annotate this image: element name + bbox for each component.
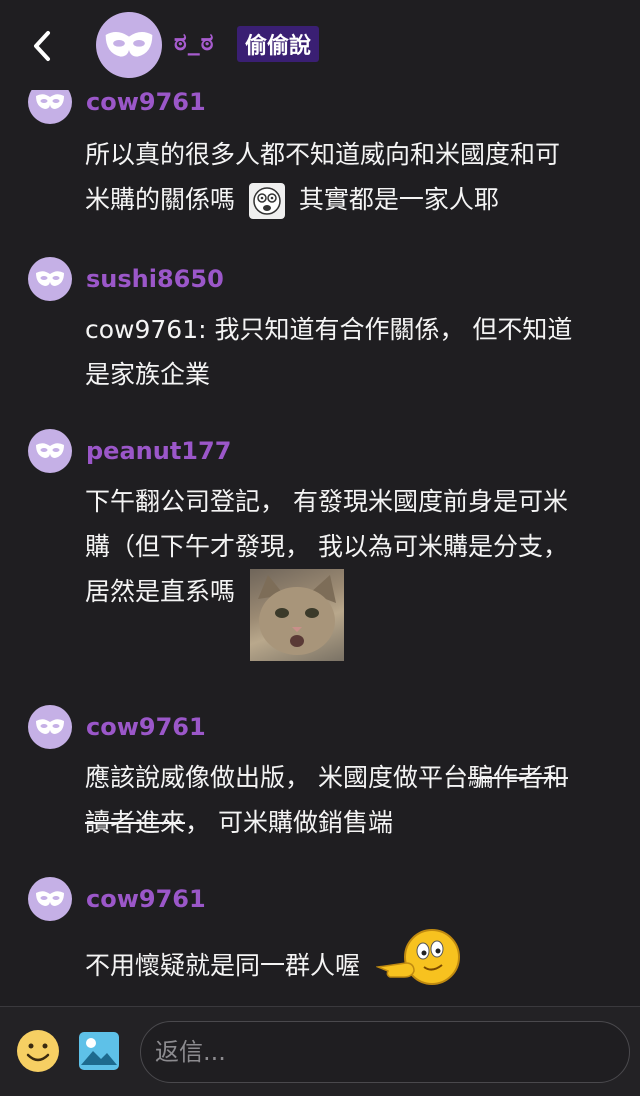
message-line: 所以真的很多人都不知道威向和米國度和可 — [85, 140, 561, 169]
strikethrough-text: 騙作者和 — [467, 763, 568, 792]
message-line: 讀者進來， 可米購做銷售端 — [85, 800, 595, 845]
pointing-emoji-icon — [375, 927, 462, 1005]
message-header: cow9761 — [28, 877, 206, 921]
message-line: 下午翻公司登記， 有發現米國度前身是可米 — [85, 487, 568, 516]
back-chevron-icon[interactable] — [26, 26, 58, 66]
message-fragment: 應該說威像做出版， 米國度做平台 — [85, 763, 468, 792]
reply-input[interactable] — [140, 1021, 630, 1083]
username[interactable]: cow9761 — [86, 713, 206, 741]
message-line: 購（但下午才發現， 我以為可米購是分支， — [85, 532, 568, 561]
message-text: 下午翻公司登記， 有發現米國度前身是可米 購（但下午才發現， 我以為可米購是分支… — [85, 479, 595, 661]
mask-avatar-icon[interactable] — [28, 705, 72, 749]
reply-bar — [0, 1006, 640, 1096]
message-fragment: ， 可米購做銷售端 — [185, 808, 393, 837]
message-fragment: 米購的關係嗎 — [85, 185, 236, 214]
message-line: 不用懷疑就是同一群人喔 — [85, 927, 595, 1005]
message-fragment: 不用懷疑就是同一群人喔 — [85, 951, 361, 980]
message-text: 所以真的很多人都不知道威向和米國度和可 米購的關係嗎 其實都是一家人耶 — [85, 132, 595, 222]
chat-title: ಠ_ಠ — [174, 28, 215, 56]
message-line: 是家族企業 — [85, 360, 211, 389]
badge: 偷偷說 — [237, 26, 320, 62]
message-text: cow9761: 我只知道有合作關係， 但不知道 是家族企業 — [85, 307, 595, 397]
message-header: sushi8650 — [28, 257, 224, 301]
message-list[interactable]: cow9761 所以真的很多人都不知道威向和米國度和可 米購的關係嗎 其實都是一… — [0, 0, 640, 1005]
mask-avatar-icon[interactable] — [28, 429, 72, 473]
emoji-icon[interactable] — [16, 1029, 60, 1073]
username[interactable]: cow9761 — [86, 88, 206, 116]
image-icon[interactable] — [78, 1031, 120, 1071]
username[interactable]: sushi8650 — [86, 265, 224, 293]
chat-header: ಠ_ಠ 偷偷說 — [0, 0, 640, 90]
mask-avatar-icon[interactable] — [28, 877, 72, 921]
message-text: 不用懷疑就是同一群人喔 — [85, 927, 595, 1005]
strikethrough-text: 讀者進來 — [85, 808, 186, 837]
message-header: peanut177 — [28, 429, 231, 473]
mask-avatar-icon[interactable] — [28, 257, 72, 301]
message-line: cow9761: 我只知道有合作關係， 但不知道 — [85, 315, 573, 344]
cat-sticker-image[interactable] — [250, 569, 344, 661]
shocked-face-icon — [248, 183, 285, 219]
message-header: cow9761 — [28, 705, 206, 749]
message-fragment: 其實都是一家人耶 — [298, 185, 499, 214]
username[interactable]: peanut177 — [86, 437, 231, 465]
mask-avatar-icon[interactable] — [96, 12, 162, 78]
username[interactable]: cow9761 — [86, 885, 206, 913]
message-line: 應該說威像做出版， 米國度做平台騙作者和 — [85, 755, 595, 800]
message-text: 應該說威像做出版， 米國度做平台騙作者和 讀者進來， 可米購做銷售端 — [85, 755, 595, 845]
message-line: 米購的關係嗎 其實都是一家人耶 — [85, 177, 595, 222]
